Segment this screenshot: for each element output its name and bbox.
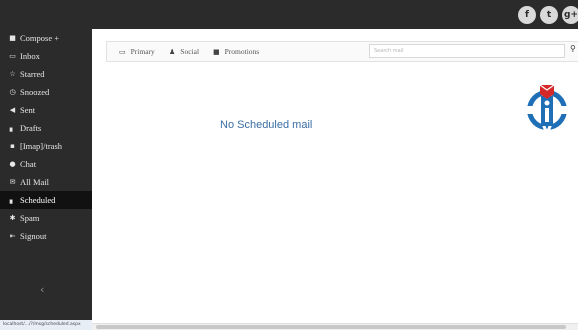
sidebar-item-label: Snoozed bbox=[20, 87, 50, 97]
inbox-icon: ▭ bbox=[9, 52, 16, 60]
sidebar-item-inbox[interactable]: ▭ Inbox bbox=[0, 47, 92, 65]
spam-icon: ✱ bbox=[9, 214, 16, 222]
sidebar-item-compose[interactable]: ■ Compose + bbox=[0, 29, 92, 47]
send-icon: ◀ bbox=[9, 106, 16, 114]
sidebar-item-label: Spam bbox=[20, 213, 40, 223]
sidebar-item-label: Drafts bbox=[20, 123, 42, 133]
clock-icon: ◷ bbox=[9, 88, 16, 96]
draft-icon: ▖ bbox=[9, 124, 16, 132]
tag-icon: ■ bbox=[213, 47, 220, 56]
horizontal-scrollbar[interactable] bbox=[92, 323, 578, 330]
sidebar-item-all-mail[interactable]: ✉ All Mail bbox=[0, 173, 92, 191]
facebook-icon[interactable]: f bbox=[518, 6, 536, 24]
status-bar-url: localhost/.../?/msg/scheduled.aspx bbox=[0, 320, 92, 330]
sidebar-item-trash[interactable]: ▪ [Imap]/trash bbox=[0, 137, 92, 155]
scrollbar-thumb[interactable] bbox=[96, 325, 566, 329]
envelope-icon: ✉ bbox=[9, 178, 16, 186]
twitter-icon[interactable]: t bbox=[540, 6, 558, 24]
search-icon[interactable]: ⚲ bbox=[570, 44, 578, 56]
google-plus-icon[interactable]: g+ bbox=[562, 6, 578, 24]
inbox-tray-icon: ▭ bbox=[119, 47, 126, 56]
sidebar-item-starred[interactable]: ☆ Starred bbox=[0, 65, 92, 83]
star-icon: ☆ bbox=[9, 70, 16, 78]
sidebar-item-label: [Imap]/trash bbox=[20, 141, 63, 151]
top-bar: f t g+ bbox=[0, 0, 578, 29]
brand-logo bbox=[520, 79, 570, 144]
sidebar-item-scheduled[interactable]: ▖ Scheduled bbox=[0, 191, 92, 209]
people-icon: ♟ bbox=[169, 47, 176, 56]
tab-primary[interactable]: ▭ Primary bbox=[119, 42, 155, 61]
sidebar-item-drafts[interactable]: ▖ Drafts bbox=[0, 119, 92, 137]
trash-icon: ▪ bbox=[10, 142, 15, 150]
collapse-sidebar-icon[interactable]: ‹ bbox=[40, 283, 44, 296]
sidebar-item-label: Starred bbox=[20, 69, 45, 79]
tab-label: Promotions bbox=[224, 47, 260, 56]
sidebar: ■ Compose + ▭ Inbox ☆ Starred ◷ Snoozed … bbox=[0, 29, 92, 325]
sidebar-item-chat[interactable]: ● Chat bbox=[0, 155, 92, 173]
sidebar-item-signout[interactable]: ⇤ Signout bbox=[0, 227, 92, 245]
scheduled-icon: ▖ bbox=[9, 196, 16, 204]
signout-icon: ⇤ bbox=[9, 232, 16, 240]
tab-label: Social bbox=[180, 47, 200, 56]
tab-social[interactable]: ♟ Social bbox=[169, 42, 199, 61]
sidebar-item-snoozed[interactable]: ◷ Snoozed bbox=[0, 83, 92, 101]
sidebar-item-label: Inbox bbox=[20, 51, 40, 61]
empty-scheduled-message: No Scheduled mail bbox=[220, 119, 313, 131]
sidebar-item-sent[interactable]: ◀ Sent bbox=[0, 101, 92, 119]
tab-promotions[interactable]: ■ Promotions bbox=[213, 42, 259, 61]
sidebar-item-label: Sent bbox=[20, 105, 36, 115]
sidebar-item-label: All Mail bbox=[20, 177, 50, 187]
compose-icon: ■ bbox=[9, 34, 16, 42]
search-input[interactable] bbox=[369, 44, 565, 58]
logo-globe-icon bbox=[525, 84, 569, 133]
sidebar-item-spam[interactable]: ✱ Spam bbox=[0, 209, 92, 227]
sidebar-item-label: Scheduled bbox=[20, 195, 56, 205]
sidebar-item-label: Chat bbox=[20, 159, 37, 169]
sidebar-item-label: Signout bbox=[20, 231, 47, 241]
sidebar-item-label: Compose + bbox=[20, 33, 60, 43]
tab-label: Primary bbox=[130, 47, 155, 56]
chat-icon: ● bbox=[9, 160, 16, 168]
